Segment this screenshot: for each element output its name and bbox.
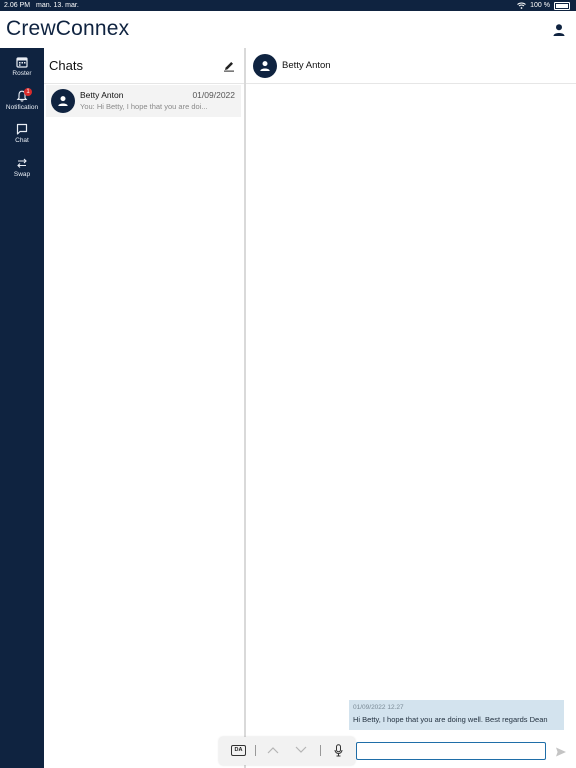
nav-rail: Roster 1 Notification Chat Swap xyxy=(0,48,44,768)
swap-icon xyxy=(17,158,27,168)
nav-label-chat: Chat xyxy=(15,137,29,144)
person-icon xyxy=(58,96,68,106)
conversation-header: Betty Anton xyxy=(246,48,576,84)
microphone-icon[interactable] xyxy=(334,744,343,757)
message-timestamp: 01/09/2022 12.27 xyxy=(353,704,404,711)
avatar xyxy=(51,89,75,113)
keyboard-assist-bar: DA xyxy=(219,737,355,765)
nav-label-roster: Roster xyxy=(12,70,32,77)
profile-icon[interactable] xyxy=(552,23,566,37)
chat-list-item[interactable]: Betty Anton 01/09/2022 You: Hi Betty, I … xyxy=(46,85,241,117)
nav-item-chat[interactable]: Chat xyxy=(0,123,44,144)
app-header: CrewConnex xyxy=(0,11,576,49)
status-bar: 2.06 PM man. 13. mar. 100 % xyxy=(0,0,576,11)
battery-percent: 100 % xyxy=(530,2,550,9)
chevron-down-icon[interactable] xyxy=(295,746,307,754)
notification-badge: 1 xyxy=(24,88,32,96)
app-title: CrewConnex xyxy=(6,17,130,40)
message-input[interactable] xyxy=(356,742,546,760)
nav-label-swap: Swap xyxy=(13,171,31,178)
calendar-icon xyxy=(16,57,28,68)
toolbar-divider xyxy=(320,745,321,756)
compose-icon[interactable] xyxy=(223,60,235,72)
nav-item-notification[interactable]: 1 Notification xyxy=(0,88,44,111)
chats-pane: Chats Betty Anton 01/09/2022 You: Hi Bet… xyxy=(44,48,246,768)
chats-title: Chats xyxy=(49,58,83,73)
chat-icon xyxy=(16,123,28,135)
wifi-icon xyxy=(517,2,526,9)
chat-date: 01/09/2022 xyxy=(192,90,235,100)
chat-preview: You: Hi Betty, I hope that you are doi..… xyxy=(80,102,208,111)
message-bubble: 01/09/2022 12.27 Hi Betty, I hope that y… xyxy=(349,700,564,730)
conversation-contact-name: Betty Anton xyxy=(282,60,331,71)
status-date: man. 13. mar. xyxy=(36,2,79,9)
chat-contact-name: Betty Anton xyxy=(80,90,124,100)
chevron-up-icon[interactable] xyxy=(267,746,279,754)
send-icon[interactable] xyxy=(555,746,567,758)
person-icon xyxy=(260,61,270,71)
keyboard-language-button[interactable]: DA xyxy=(231,745,246,756)
nav-label-notification: Notification xyxy=(5,104,39,111)
status-time: 2.06 PM xyxy=(4,2,31,9)
nav-item-roster[interactable]: Roster xyxy=(0,56,44,77)
nav-item-swap[interactable]: Swap xyxy=(0,157,44,178)
toolbar-divider xyxy=(255,745,256,756)
message-text: Hi Betty, I hope that you are doing well… xyxy=(353,715,548,724)
chats-header: Chats xyxy=(44,48,244,84)
status-right: 100 % xyxy=(517,0,570,11)
battery-icon xyxy=(554,1,570,10)
conversation-pane: Betty Anton 01/09/2022 12.27 Hi Betty, I… xyxy=(246,48,576,768)
avatar xyxy=(253,54,277,78)
